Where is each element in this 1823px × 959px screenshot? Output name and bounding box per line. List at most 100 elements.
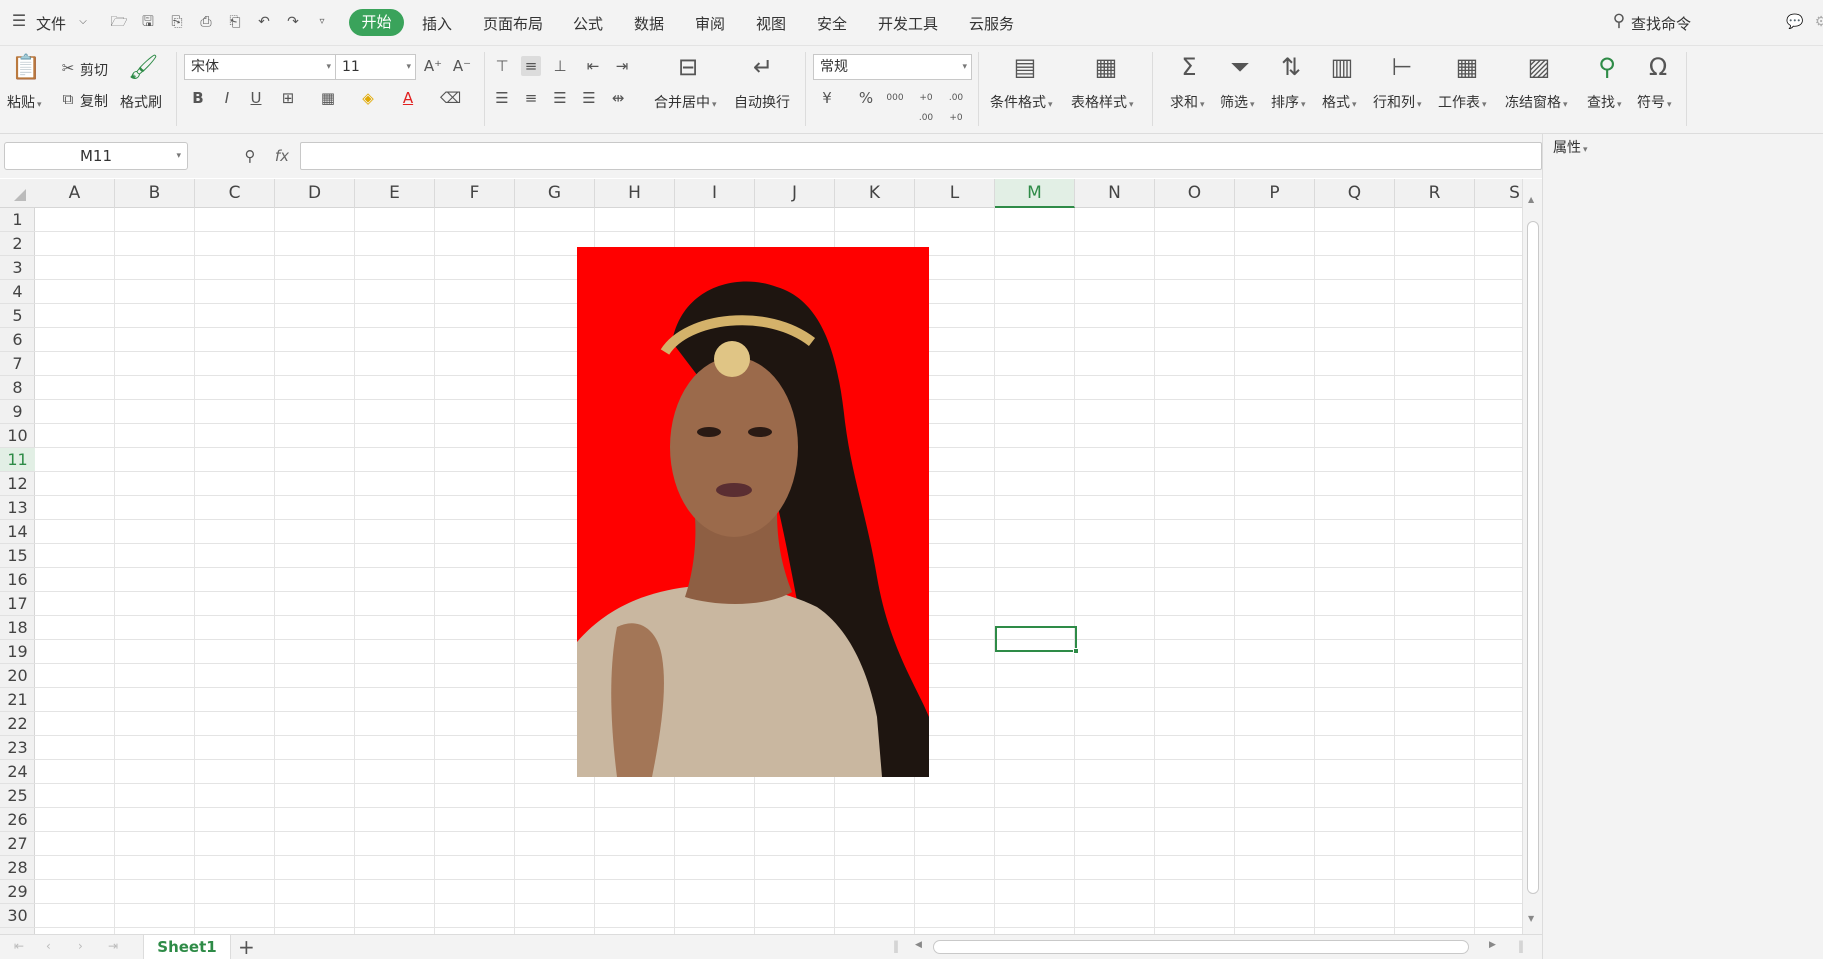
column-header-m[interactable]: M: [995, 179, 1075, 208]
conditional-format-button[interactable]: 条件格式 ▾: [990, 92, 1053, 112]
row-header-17[interactable]: 17: [0, 592, 35, 616]
row-header-20[interactable]: 20: [0, 664, 35, 688]
undo-icon[interactable]: ↶: [255, 13, 273, 31]
search-icon[interactable]: ⚲: [1610, 12, 1628, 30]
next-sheet-icon[interactable]: ›: [78, 939, 83, 953]
formula-input[interactable]: [300, 142, 1542, 170]
row-header-24[interactable]: 24: [0, 760, 35, 784]
column-header-a[interactable]: A: [35, 179, 115, 208]
column-header-e[interactable]: E: [355, 179, 435, 208]
copy-icon[interactable]: ⧉: [58, 89, 78, 109]
currency-icon[interactable]: ¥: [817, 88, 837, 108]
zoom-search-icon[interactable]: ⚲: [240, 146, 260, 166]
hamburger-menu-icon[interactable]: ☰: [10, 12, 28, 30]
prev-sheet-icon[interactable]: ‹: [46, 939, 51, 953]
column-header-c[interactable]: C: [195, 179, 275, 208]
table-style-icon[interactable]: ▦: [1091, 52, 1121, 82]
tab-security[interactable]: 安全: [817, 13, 847, 34]
increase-decimal-button[interactable]: +0 .00: [916, 88, 936, 123]
worksheet-icon[interactable]: ▦: [1452, 52, 1482, 82]
print-icon[interactable]: ⎙: [197, 13, 215, 31]
row-header-8[interactable]: 8: [0, 376, 35, 400]
file-menu[interactable]: 文件: [36, 13, 66, 34]
row-column-icon[interactable]: ⊢: [1387, 52, 1417, 82]
row-header-18[interactable]: 18: [0, 616, 35, 640]
font-name-select[interactable]: 宋体 ▾: [184, 54, 336, 80]
percent-button[interactable]: %: [856, 88, 876, 108]
column-header-f[interactable]: F: [435, 179, 515, 208]
row-header-14[interactable]: 14: [0, 520, 35, 544]
tab-review[interactable]: 审阅: [695, 13, 725, 34]
increase-indent-icon[interactable]: ⇥: [612, 56, 632, 76]
split-handle-icon[interactable]: ‖: [893, 939, 899, 953]
row-header-9[interactable]: 9: [0, 400, 35, 424]
decrease-font-icon[interactable]: A⁻: [452, 56, 472, 76]
symbol-icon[interactable]: Ω: [1643, 52, 1673, 82]
column-header-b[interactable]: B: [115, 179, 195, 208]
name-box[interactable]: M11 ▾: [4, 142, 188, 170]
fill-handle[interactable]: [1073, 648, 1079, 654]
sum-icon[interactable]: Σ: [1174, 52, 1204, 82]
column-header-n[interactable]: N: [1075, 179, 1155, 208]
scissors-icon[interactable]: ✂: [58, 58, 78, 78]
row-header-22[interactable]: 22: [0, 712, 35, 736]
scroll-right-icon[interactable]: ▶: [1489, 940, 1496, 950]
scroll-down-icon[interactable]: ▼: [1528, 914, 1534, 923]
freeze-panes-icon[interactable]: ▨: [1524, 52, 1554, 82]
row-header-30[interactable]: 30: [0, 904, 35, 928]
thousands-separator-button[interactable]: 000: [885, 88, 905, 108]
filter-icon[interactable]: ⏷: [1225, 52, 1255, 82]
row-header-28[interactable]: 28: [0, 856, 35, 880]
row-header-16[interactable]: 16: [0, 568, 35, 592]
wrap-text-icon[interactable]: ↵: [748, 52, 778, 82]
vertical-scroll-thumb[interactable]: [1527, 221, 1539, 894]
row-header-6[interactable]: 6: [0, 328, 35, 352]
row-header-11[interactable]: 11: [0, 448, 35, 472]
merge-center-icon[interactable]: ⊟: [673, 52, 703, 82]
vertical-scrollbar[interactable]: ▲ ▼: [1522, 179, 1542, 934]
print-preview-icon[interactable]: ⎗: [226, 13, 244, 31]
fill-color-icon[interactable]: ◈: [358, 88, 378, 108]
column-header-d[interactable]: D: [275, 179, 355, 208]
align-center-icon[interactable]: ≡: [521, 88, 541, 108]
row-header-10[interactable]: 10: [0, 424, 35, 448]
cut-button[interactable]: 剪切: [80, 60, 108, 80]
sheet-tab-sheet1[interactable]: Sheet1: [143, 935, 231, 959]
align-bottom-icon[interactable]: ⊥: [550, 56, 570, 76]
align-right-icon[interactable]: ☰: [550, 88, 570, 108]
borders-icon[interactable]: ⊞: [278, 88, 298, 108]
row-header-29[interactable]: 29: [0, 880, 35, 904]
fx-icon[interactable]: fx: [272, 146, 292, 166]
column-header-k[interactable]: K: [835, 179, 915, 208]
chevron-down-icon[interactable]: ⌵: [74, 13, 92, 31]
column-header-l[interactable]: L: [915, 179, 995, 208]
tab-page-layout[interactable]: 页面布局: [483, 13, 543, 34]
tab-formulas[interactable]: 公式: [573, 13, 603, 34]
horizontal-scroll-thumb[interactable]: [933, 940, 1469, 954]
tab-data[interactable]: 数据: [634, 13, 664, 34]
wrap-text-button[interactable]: 自动换行: [734, 92, 790, 112]
distributed-align-icon[interactable]: ⇹: [608, 88, 628, 108]
column-header-q[interactable]: Q: [1315, 179, 1395, 208]
row-header-4[interactable]: 4: [0, 280, 35, 304]
add-sheet-button[interactable]: +: [238, 935, 255, 959]
worksheet-button[interactable]: 工作表 ▾: [1438, 92, 1487, 112]
row-header-13[interactable]: 13: [0, 496, 35, 520]
find-button[interactable]: 查找 ▾: [1587, 92, 1622, 112]
conditional-format-icon[interactable]: ▤: [1010, 52, 1040, 82]
align-middle-icon[interactable]: ≡: [521, 56, 541, 76]
export-pdf-icon[interactable]: ⎘: [168, 13, 186, 31]
row-header-25[interactable]: 25: [0, 784, 35, 808]
paste-icon[interactable]: 📋: [11, 52, 41, 82]
tab-home[interactable]: 开始: [349, 9, 404, 36]
row-header-3[interactable]: 3: [0, 256, 35, 280]
row-header-1[interactable]: 1: [0, 208, 35, 232]
tab-cloud-services[interactable]: 云服务: [969, 13, 1014, 34]
decrease-decimal-button[interactable]: .00 +0: [946, 88, 966, 123]
freeze-panes-button[interactable]: 冻结窗格 ▾: [1505, 92, 1568, 112]
merge-center-button[interactable]: 合并居中 ▾: [654, 92, 717, 112]
row-header-15[interactable]: 15: [0, 544, 35, 568]
column-header-i[interactable]: I: [675, 179, 755, 208]
format-icon[interactable]: ▥: [1327, 52, 1357, 82]
scroll-up-icon[interactable]: ▲: [1528, 195, 1534, 204]
